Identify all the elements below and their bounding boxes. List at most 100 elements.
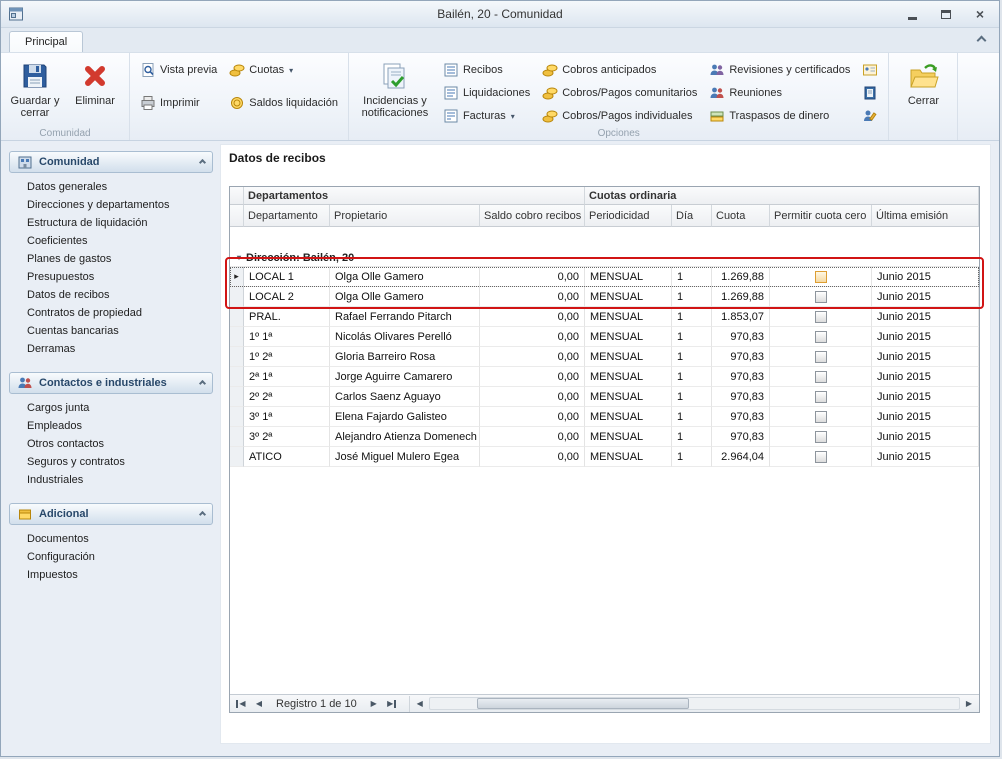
cell-saldo[interactable]: 0,00 xyxy=(480,267,585,287)
column-header-saldo[interactable]: Saldo cobro recibos xyxy=(480,205,585,227)
maximize-button[interactable] xyxy=(937,6,955,22)
cell-ultima-emision[interactable]: Junio 2015 xyxy=(872,267,979,287)
sidebar-item[interactable]: Cuentas bancarias xyxy=(9,323,213,341)
cell-ultima-emision[interactable]: Junio 2015 xyxy=(872,327,979,347)
sidebar-item[interactable]: Presupuestos xyxy=(9,269,213,287)
facturas-button[interactable]: Facturas ▾ xyxy=(437,106,536,126)
table-row[interactable]: ATICO José Miguel Mulero Egea 0,00 MENSU… xyxy=(230,447,979,467)
sidebar-group-header-comunidad[interactable]: Comunidad xyxy=(9,151,213,173)
recibos-button[interactable]: Recibos xyxy=(437,60,536,80)
sidebar-item[interactable]: Contratos de propiedad xyxy=(9,305,213,323)
permitir-cuota-cero-checkbox[interactable] xyxy=(815,331,827,343)
table-row[interactable]: 1º 2ª Gloria Barreiro Rosa 0,00 MENSUAL … xyxy=(230,347,979,367)
cell-permitir-cuota-cero[interactable] xyxy=(770,287,872,307)
cell-cuota[interactable]: 1.269,88 xyxy=(712,267,770,287)
cell-propietario[interactable]: Carlos Saenz Aguayo xyxy=(330,387,480,407)
cell-cuota[interactable]: 970,83 xyxy=(712,347,770,367)
sidebar-item[interactable]: Datos de recibos xyxy=(9,287,213,305)
cell-dia[interactable]: 1 xyxy=(672,267,712,287)
cell-ultima-emision[interactable]: Junio 2015 xyxy=(872,287,979,307)
sidebar-item[interactable]: Impuestos xyxy=(9,567,213,585)
contact-card-button[interactable] xyxy=(856,60,884,80)
nav-last-button[interactable]: ▶ xyxy=(383,696,401,711)
cell-ultima-emision[interactable]: Junio 2015 xyxy=(872,427,979,447)
permitir-cuota-cero-checkbox[interactable] xyxy=(815,371,827,383)
eliminar-button[interactable]: Eliminar xyxy=(65,56,125,109)
minimize-button[interactable] xyxy=(903,6,921,22)
revisiones-certificados-button[interactable]: Revisiones y certificados xyxy=(703,60,856,80)
tab-principal[interactable]: Principal xyxy=(9,31,83,52)
liquidaciones-button[interactable]: Liquidaciones xyxy=(437,83,536,103)
table-row[interactable]: 3º 1ª Elena Fajardo Galisteo 0,00 MENSUA… xyxy=(230,407,979,427)
cell-permitir-cuota-cero[interactable] xyxy=(770,267,872,287)
cell-saldo[interactable]: 0,00 xyxy=(480,447,585,467)
cell-dia[interactable]: 1 xyxy=(672,367,712,387)
band-departamentos[interactable]: Departamentos xyxy=(244,187,585,205)
band-cuotas-ordinaria[interactable]: Cuotas ordinaria xyxy=(585,187,979,205)
cell-periodicidad[interactable]: MENSUAL xyxy=(585,267,672,287)
cell-periodicidad[interactable]: MENSUAL xyxy=(585,367,672,387)
cell-saldo[interactable]: 0,00 xyxy=(480,287,585,307)
cell-propietario[interactable]: Alejandro Atienza Domenech xyxy=(330,427,480,447)
permitir-cuota-cero-checkbox[interactable] xyxy=(815,411,827,423)
permitir-cuota-cero-checkbox[interactable] xyxy=(815,271,827,283)
saldos-liquidacion-button[interactable]: Saldos liquidación xyxy=(223,93,344,113)
cell-permitir-cuota-cero[interactable] xyxy=(770,307,872,327)
cobros-pagos-individuales-button[interactable]: Cobros/Pagos individuales xyxy=(536,106,703,126)
cobros-pagos-comunitarios-button[interactable]: Cobros/Pagos comunitarios xyxy=(536,83,703,103)
permitir-cuota-cero-checkbox[interactable] xyxy=(815,431,827,443)
hscroll-thumb[interactable] xyxy=(477,698,689,709)
cell-cuota[interactable]: 970,83 xyxy=(712,427,770,447)
cell-cuota[interactable]: 970,83 xyxy=(712,387,770,407)
cell-dia[interactable]: 1 xyxy=(672,407,712,427)
nav-next-button[interactable]: ▶ xyxy=(365,696,383,711)
cell-cuota[interactable]: 970,83 xyxy=(712,327,770,347)
table-row[interactable]: ▸ LOCAL 1 Olga Olle Gamero 0,00 MENSUAL … xyxy=(230,267,979,287)
nav-prev-button[interactable]: ◀ xyxy=(250,696,268,711)
cell-cuota[interactable]: 2.964,04 xyxy=(712,447,770,467)
sidebar-group-header-adicional[interactable]: Adicional xyxy=(9,503,213,525)
cell-dia[interactable]: 1 xyxy=(672,427,712,447)
cell-departamento[interactable]: 1º 2ª xyxy=(244,347,330,367)
table-row[interactable]: 1º 1ª Nicolás Olivares Perelló 0,00 MENS… xyxy=(230,327,979,347)
sidebar-item[interactable]: Cargos junta xyxy=(9,400,213,418)
cell-propietario[interactable]: Elena Fajardo Galisteo xyxy=(330,407,480,427)
table-row[interactable]: LOCAL 2 Olga Olle Gamero 0,00 MENSUAL 1 … xyxy=(230,287,979,307)
cell-ultima-emision[interactable]: Junio 2015 xyxy=(872,367,979,387)
permitir-cuota-cero-checkbox[interactable] xyxy=(815,311,827,323)
sidebar-group-header-contactos[interactable]: Contactos e industriales xyxy=(9,372,213,394)
cell-permitir-cuota-cero[interactable] xyxy=(770,387,872,407)
table-row[interactable]: 3º 2ª Alejandro Atienza Domenech 0,00 ME… xyxy=(230,427,979,447)
sidebar-item[interactable]: Documentos xyxy=(9,531,213,549)
column-header-periodicidad[interactable]: Periodicidad xyxy=(585,205,672,227)
cell-permitir-cuota-cero[interactable] xyxy=(770,407,872,427)
cell-cuota[interactable]: 970,83 xyxy=(712,367,770,387)
column-header-permitir-cuota-cero[interactable]: Permitir cuota cero xyxy=(770,205,872,227)
cell-periodicidad[interactable]: MENSUAL xyxy=(585,307,672,327)
sidebar-item[interactable]: Empleados xyxy=(9,418,213,436)
group-row-direccion[interactable]: ▾ Dirección: Bailén, 20 xyxy=(230,249,979,267)
cell-propietario[interactable]: Olga Olle Gamero xyxy=(330,267,480,287)
cell-departamento[interactable]: LOCAL 1 xyxy=(244,267,330,287)
traspasos-dinero-button[interactable]: Traspasos de dinero xyxy=(703,106,856,126)
cell-dia[interactable]: 1 xyxy=(672,447,712,467)
permitir-cuota-cero-checkbox[interactable] xyxy=(815,451,827,463)
column-header-departamento[interactable]: Departamento xyxy=(244,205,330,227)
cell-permitir-cuota-cero[interactable] xyxy=(770,367,872,387)
sidebar-item[interactable]: Planes de gastos xyxy=(9,251,213,269)
cell-saldo[interactable]: 0,00 xyxy=(480,367,585,387)
cell-ultima-emision[interactable]: Junio 2015 xyxy=(872,447,979,467)
cell-ultima-emision[interactable]: Junio 2015 xyxy=(872,347,979,367)
table-row[interactable]: 2ª 1ª Jorge Aguirre Camarero 0,00 MENSUA… xyxy=(230,367,979,387)
column-header-dia[interactable]: Día xyxy=(672,205,712,227)
cell-departamento[interactable]: 2º 2ª xyxy=(244,387,330,407)
hscroll-left-arrow[interactable]: ◀ xyxy=(412,699,428,708)
cell-periodicidad[interactable]: MENSUAL xyxy=(585,287,672,307)
address-book-button[interactable] xyxy=(856,83,884,103)
cobros-anticipados-button[interactable]: Cobros anticipados xyxy=(536,60,703,80)
sidebar-item[interactable]: Seguros y contratos xyxy=(9,454,213,472)
column-header-propietario[interactable]: Propietario xyxy=(330,205,480,227)
column-header-ultima-emision[interactable]: Última emisión xyxy=(872,205,979,227)
cell-periodicidad[interactable]: MENSUAL xyxy=(585,327,672,347)
sidebar-item[interactable]: Configuración xyxy=(9,549,213,567)
